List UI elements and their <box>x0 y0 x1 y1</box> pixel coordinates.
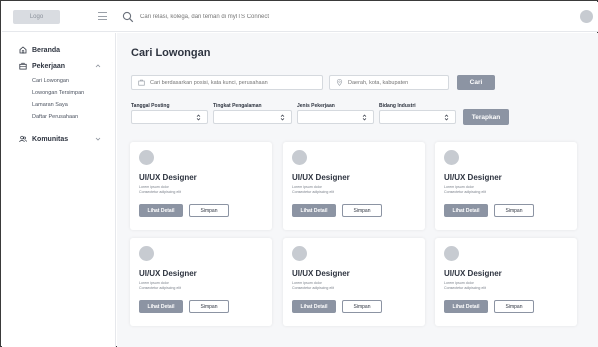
home-icon <box>19 46 27 54</box>
job-card[interactable]: UI/UX Designer Lorem ipsum dolor Consect… <box>130 238 272 326</box>
save-button[interactable]: Simpan <box>342 204 382 217</box>
page-title: Cari Lowongan <box>131 47 211 59</box>
save-button[interactable]: Simpan <box>189 204 229 217</box>
sidebar-subitem-lamaran-saya[interactable]: Lamaran Saya <box>32 102 68 108</box>
job-title: UI/UX Designer <box>292 173 350 182</box>
job-description: Consectetur adipiscing elit <box>444 286 486 290</box>
job-description: Consectetur adipiscing elit <box>139 286 181 290</box>
location-search-input[interactable] <box>348 79 448 86</box>
keyword-search-field[interactable] <box>131 75 323 90</box>
sidebar: Beranda Pekerjaan Cari Lowongan Lowongan… <box>2 33 116 347</box>
sidebar-subitem-lowongan-tersimpan[interactable]: Lowongan Tersimpan <box>32 90 84 96</box>
updown-arrow-icon <box>362 114 367 121</box>
users-icon <box>19 135 27 143</box>
save-button[interactable]: Simpan <box>494 300 534 313</box>
filter-select-tingkat-pengalaman[interactable] <box>213 110 292 124</box>
view-detail-button[interactable]: Lihat Detail <box>444 300 488 313</box>
sidebar-subitem-daftar-perusahaan[interactable]: Daftar Perusahaan <box>32 114 78 120</box>
location-pin-icon <box>336 79 343 86</box>
briefcase-icon <box>19 62 27 70</box>
hamburger-menu-icon[interactable] <box>98 12 107 21</box>
company-logo <box>292 150 307 165</box>
view-detail-button[interactable]: Lihat Detail <box>139 204 183 217</box>
chevron-down-icon[interactable] <box>95 136 101 142</box>
job-card[interactable]: UI/UX Designer Lorem ipsum dolor Consect… <box>130 142 272 230</box>
global-search-input[interactable] <box>140 14 390 20</box>
job-title: UI/UX Designer <box>292 269 350 278</box>
sidebar-item-pekerjaan[interactable]: Pekerjaan <box>2 60 116 72</box>
filter-label-tingkat-pengalaman: Tingkat Pengalaman <box>213 103 262 109</box>
view-detail-button[interactable]: Lihat Detail <box>444 204 488 217</box>
search-button[interactable]: Cari <box>457 75 495 90</box>
keyword-search-input[interactable] <box>150 79 322 86</box>
job-company: Lorem ipsum dolor <box>139 185 169 189</box>
view-detail-button[interactable]: Lihat Detail <box>292 204 336 217</box>
apply-filter-button[interactable]: Terapkan <box>463 109 509 125</box>
job-description: Consectetur adipiscing elit <box>292 286 334 290</box>
briefcase-icon <box>138 79 145 86</box>
job-company: Lorem ipsum dolor <box>444 281 474 285</box>
job-title: UI/UX Designer <box>444 269 502 278</box>
sidebar-item-label: Pekerjaan <box>32 62 66 70</box>
sidebar-item-label: Beranda <box>32 46 61 54</box>
job-company: Lorem ipsum dolor <box>292 281 322 285</box>
job-company: Lorem ipsum dolor <box>292 185 322 189</box>
job-description: Consectetur adipiscing elit <box>139 190 181 194</box>
sidebar-subitem-cari-lowongan[interactable]: Cari Lowongan <box>32 78 69 84</box>
job-description: Consectetur adipiscing elit <box>292 190 334 194</box>
filter-select-tanggal-posting[interactable] <box>131 110 208 124</box>
save-button[interactable]: Simpan <box>342 300 382 313</box>
job-card[interactable]: UI/UX Designer Lorem ipsum dolor Consect… <box>435 238 577 326</box>
company-logo <box>139 246 154 261</box>
job-company: Lorem ipsum dolor <box>139 281 169 285</box>
updown-arrow-icon <box>444 114 449 121</box>
company-logo <box>444 150 459 165</box>
app-frame: Logo Beranda Peker <box>0 0 598 347</box>
user-avatar[interactable] <box>580 10 593 23</box>
filter-label-bidang-industri: Bidang Industri <box>379 103 416 109</box>
global-search <box>122 9 422 25</box>
updown-arrow-icon <box>280 114 285 121</box>
updown-arrow-icon <box>196 114 201 121</box>
job-company: Lorem ipsum dolor <box>444 185 474 189</box>
view-detail-button[interactable]: Lihat Detail <box>139 300 183 313</box>
job-description: Consectetur adipiscing elit <box>444 190 486 194</box>
save-button[interactable]: Simpan <box>189 300 229 313</box>
chevron-up-icon[interactable] <box>95 63 101 69</box>
location-search-field[interactable] <box>329 75 449 90</box>
main-content: Cari Lowongan Cari Tanggal Posting Tingk… <box>117 33 598 347</box>
view-detail-button[interactable]: Lihat Detail <box>292 300 336 313</box>
company-logo <box>292 246 307 261</box>
save-button[interactable]: Simpan <box>494 204 534 217</box>
filter-select-bidang-industri[interactable] <box>379 110 456 124</box>
job-card[interactable]: UI/UX Designer Lorem ipsum dolor Consect… <box>283 238 425 326</box>
filter-label-jenis-pekerjaan: Jenis Pekerjaan <box>297 103 335 109</box>
search-icon <box>122 11 134 23</box>
company-logo <box>139 150 154 165</box>
company-logo <box>444 246 459 261</box>
job-title: UI/UX Designer <box>444 173 502 182</box>
job-card[interactable]: UI/UX Designer Lorem ipsum dolor Consect… <box>435 142 577 230</box>
sidebar-item-komunitas[interactable]: Komunitas <box>2 133 116 145</box>
job-card[interactable]: UI/UX Designer Lorem ipsum dolor Consect… <box>283 142 425 230</box>
job-title: UI/UX Designer <box>139 269 197 278</box>
filter-select-jenis-pekerjaan[interactable] <box>297 110 374 124</box>
sidebar-item-label: Komunitas <box>32 135 69 143</box>
logo: Logo <box>13 10 60 24</box>
filter-label-tanggal-posting: Tanggal Posting <box>131 103 170 109</box>
job-title: UI/UX Designer <box>139 173 197 182</box>
top-bar: Logo <box>2 2 598 32</box>
sidebar-item-beranda[interactable]: Beranda <box>2 44 116 56</box>
